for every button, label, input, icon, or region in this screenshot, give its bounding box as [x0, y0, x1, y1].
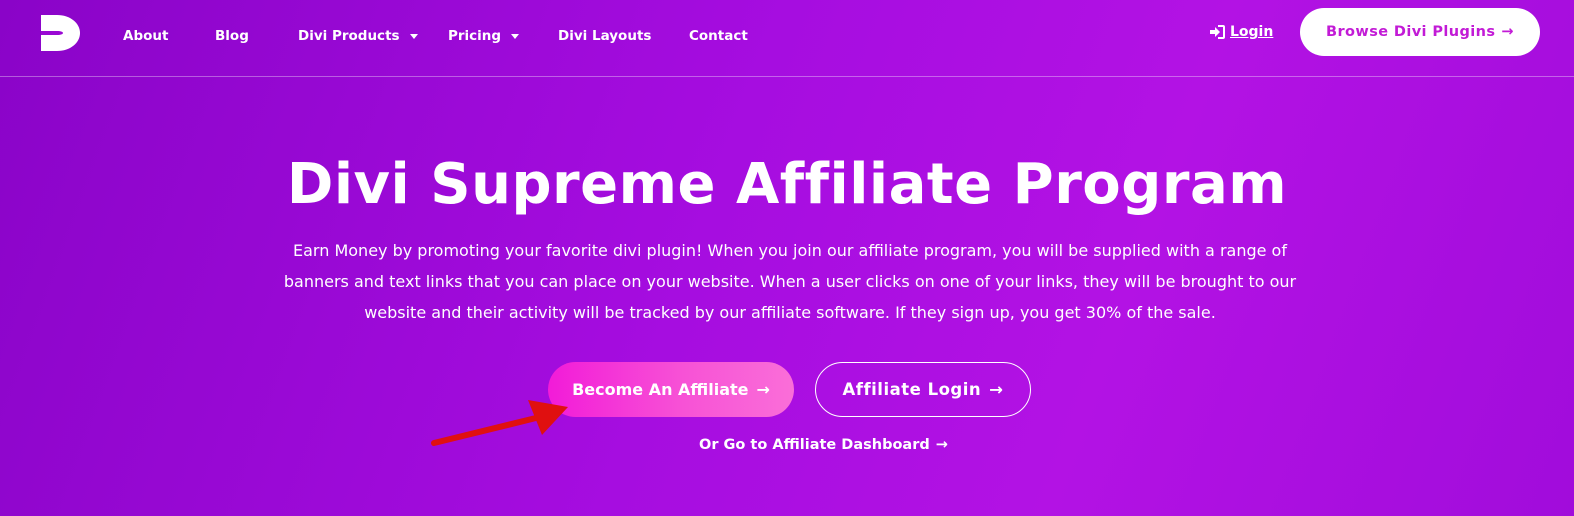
site-header: About Blog Divi Products Pricing Divi La… [0, 0, 1574, 77]
nav-divi-layouts-label: Divi Layouts [558, 28, 652, 44]
hero-description: Earn Money by promoting your favorite di… [283, 241, 1297, 322]
sign-in-icon [1210, 25, 1225, 39]
page-title: Divi Supreme Affiliate Program [286, 152, 1288, 217]
affiliate-login-label: Affiliate Login [842, 380, 982, 399]
browse-button-label: Browse Divi Plugins [1326, 24, 1496, 40]
nav-blog[interactable]: Blog [215, 26, 249, 46]
arrow-right-icon: → [1501, 24, 1514, 40]
affiliate-dashboard-label: Or Go to Affiliate Dashboard [699, 437, 930, 453]
login-link[interactable]: Login [1209, 22, 1273, 42]
affiliate-login-button[interactable]: Affiliate Login → [815, 362, 1031, 417]
chevron-down-icon [409, 33, 418, 39]
browse-divi-plugins-button[interactable]: Browse Divi Plugins → [1300, 8, 1540, 56]
nav-divi-products[interactable]: Divi Products [298, 26, 418, 46]
nav-divi-products-label: Divi Products [298, 28, 400, 44]
nav-blog-label: Blog [215, 28, 249, 44]
chevron-down-icon [511, 33, 520, 39]
affiliate-dashboard-link[interactable]: Or Go to Affiliate Dashboard → [699, 437, 948, 453]
become-affiliate-button[interactable]: Become An Affiliate → [548, 362, 794, 417]
arrow-right-icon: → [756, 380, 770, 399]
nav-pricing-label: Pricing [448, 28, 502, 44]
nav-contact[interactable]: Contact [689, 26, 748, 46]
arrow-right-icon: → [935, 437, 948, 453]
nav-pricing[interactable]: Pricing [448, 26, 520, 46]
page: About Blog Divi Products Pricing Divi La… [0, 0, 1574, 516]
nav-about-label: About [123, 28, 169, 44]
annotation-arrow-icon [431, 400, 568, 446]
login-label: Login [1230, 24, 1274, 40]
nav-contact-label: Contact [689, 28, 748, 44]
logo-icon[interactable] [39, 13, 81, 53]
become-affiliate-label: Become An Affiliate [572, 380, 749, 399]
nav-about[interactable]: About [123, 26, 168, 46]
nav-divi-layouts[interactable]: Divi Layouts [558, 26, 651, 46]
arrow-right-icon: → [989, 380, 1004, 399]
